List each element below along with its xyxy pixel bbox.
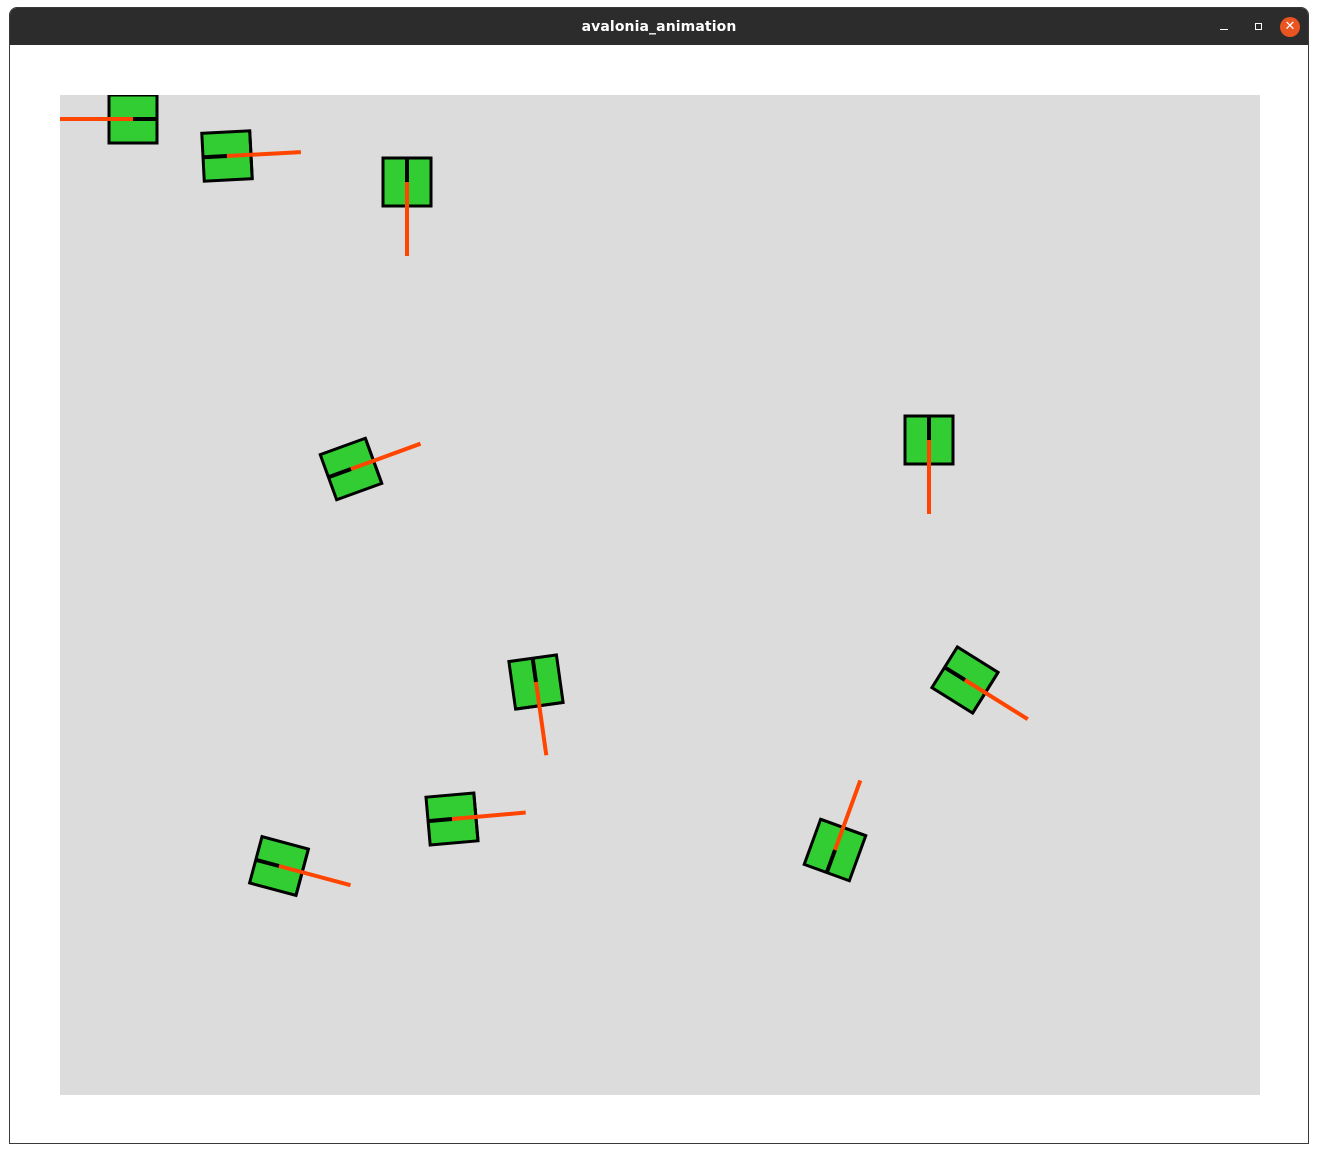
tank — [381, 156, 433, 256]
tank — [507, 653, 565, 756]
tank — [318, 436, 422, 502]
animation-canvas — [60, 95, 1260, 1095]
minimize-icon — [1220, 28, 1228, 31]
tank-hatch-line — [427, 817, 453, 824]
tank — [247, 834, 351, 898]
close-button[interactable]: ✕ — [1280, 16, 1300, 37]
maximize-icon — [1254, 23, 1262, 30]
window-title: avalonia_animation — [581, 18, 737, 35]
minimize-button[interactable] — [1212, 15, 1236, 39]
maximize-button[interactable] — [1246, 15, 1270, 39]
tank-scene — [60, 95, 1029, 898]
tank — [903, 414, 955, 514]
client-area — [10, 45, 1308, 1143]
tank — [424, 791, 526, 847]
app-window: avalonia_animation ✕ — [9, 7, 1309, 1144]
close-icon: ✕ — [1284, 19, 1296, 34]
tank — [200, 129, 302, 183]
window-controls: ✕ — [1202, 8, 1300, 45]
tank — [60, 95, 159, 145]
tank — [802, 779, 868, 883]
title-bar[interactable]: avalonia_animation ✕ — [10, 8, 1308, 45]
tank — [929, 644, 1029, 721]
tanks-layer — [60, 95, 1029, 898]
tank-hatch-line — [202, 154, 228, 160]
